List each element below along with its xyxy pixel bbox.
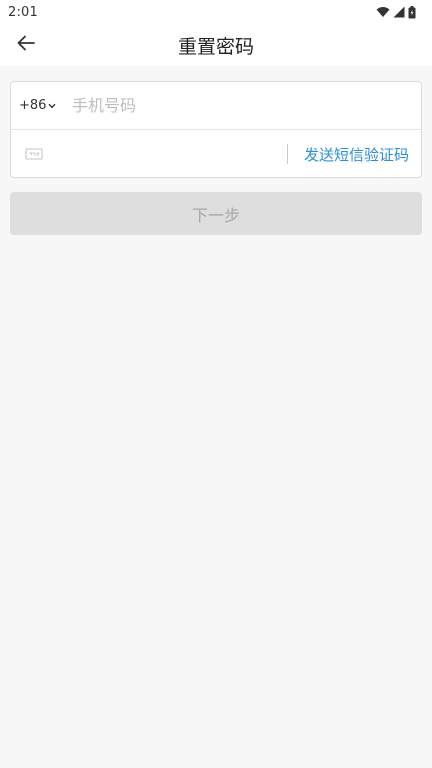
send-code-button[interactable]: 发送短信验证码 bbox=[304, 130, 409, 178]
country-code-selector[interactable]: +86 bbox=[19, 98, 63, 113]
verification-code-input[interactable] bbox=[55, 139, 285, 169]
status-bar: 2:01 bbox=[0, 0, 432, 24]
reset-form: +86 发送短信验证码 bbox=[10, 81, 422, 178]
status-icons bbox=[376, 5, 416, 19]
chevron-down-icon bbox=[46, 98, 56, 113]
status-time: 2:01 bbox=[8, 4, 38, 20]
page-title: 重置密码 bbox=[177, 35, 254, 58]
sms-code-icon bbox=[25, 146, 45, 162]
country-code-label: +86 bbox=[19, 98, 47, 113]
signal-icon bbox=[393, 6, 405, 18]
arrow-left-icon bbox=[17, 35, 35, 55]
divider bbox=[287, 144, 288, 164]
phone-row: +86 bbox=[11, 82, 421, 130]
next-button[interactable]: 下一步 bbox=[10, 192, 422, 235]
code-row: 发送短信验证码 bbox=[11, 130, 421, 178]
battery-icon bbox=[408, 5, 416, 19]
phone-input[interactable] bbox=[72, 90, 402, 121]
wifi-icon bbox=[376, 6, 390, 18]
back-button[interactable] bbox=[10, 29, 42, 61]
app-bar: 重置密码 bbox=[0, 24, 432, 66]
